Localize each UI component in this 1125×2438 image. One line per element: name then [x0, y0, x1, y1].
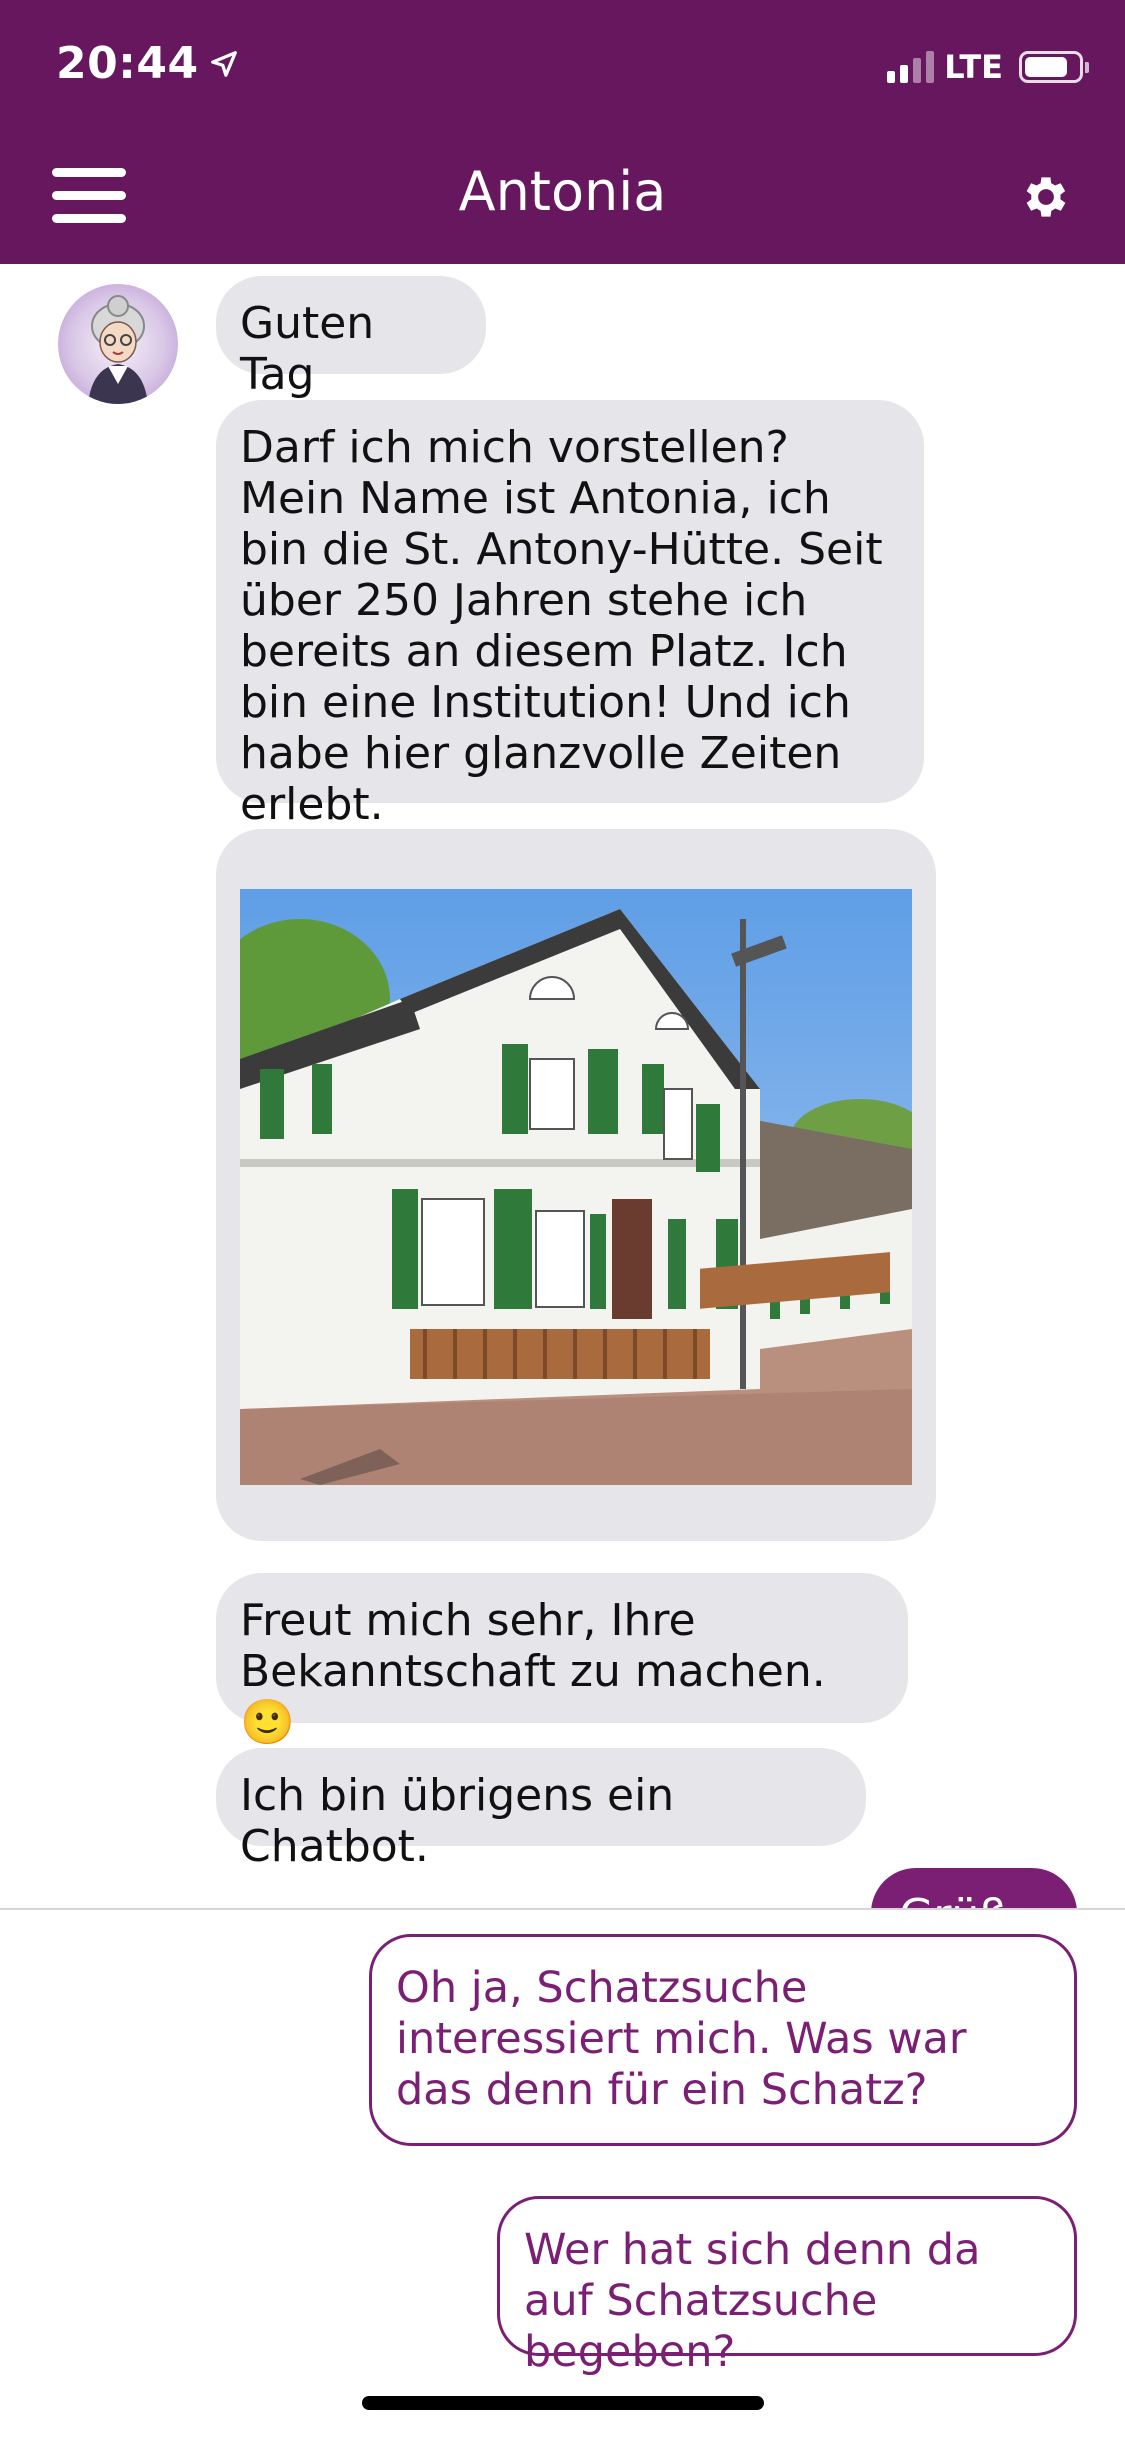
quick-reply-option[interactable]: Wer hat sich denn da auf Schatzsuche beg…: [497, 2196, 1077, 2377]
status-time: 20:44: [56, 38, 239, 89]
bot-message: Ich bin übrigens ein Chatbot.: [216, 1748, 866, 1872]
quick-reply-panel: Oh ja, Schatzsuche interessiert mich. Wa…: [0, 1908, 1125, 2438]
cellular-signal-icon: [887, 51, 935, 83]
bot-image-message[interactable]: [216, 829, 936, 1541]
status-indicators: LTE: [887, 48, 1089, 86]
battery-level: [1025, 57, 1067, 77]
bot-avatar: [58, 284, 178, 404]
bot-message: Darf ich mich vorstellen? Mein Name ist …: [216, 400, 924, 830]
chat-area[interactable]: Guten Tag Darf ich mich vorstellen? Mein…: [0, 264, 1125, 1908]
user-message: Grüß...: [871, 1868, 1077, 1908]
app-header: 20:44 LTE Antonia: [0, 0, 1125, 264]
page-title: Antonia: [458, 160, 667, 223]
st-antony-huette-image: [240, 889, 912, 1485]
quick-reply-option[interactable]: Oh ja, Schatzsuche interessiert mich. Wa…: [369, 1934, 1077, 2146]
home-indicator[interactable]: [362, 2396, 764, 2410]
battery-icon: [1019, 51, 1089, 83]
building-photo[interactable]: [240, 889, 912, 1485]
status-time-text: 20:44: [56, 38, 199, 89]
grandmother-avatar-icon: [88, 295, 148, 404]
network-type: LTE: [944, 48, 1003, 86]
location-arrow-icon: [210, 50, 237, 77]
gear-icon[interactable]: [1019, 170, 1073, 224]
bot-message: Freut mich sehr, Ihre Bekanntschaft zu m…: [216, 1573, 908, 1748]
bot-message: Guten Tag: [216, 276, 486, 400]
